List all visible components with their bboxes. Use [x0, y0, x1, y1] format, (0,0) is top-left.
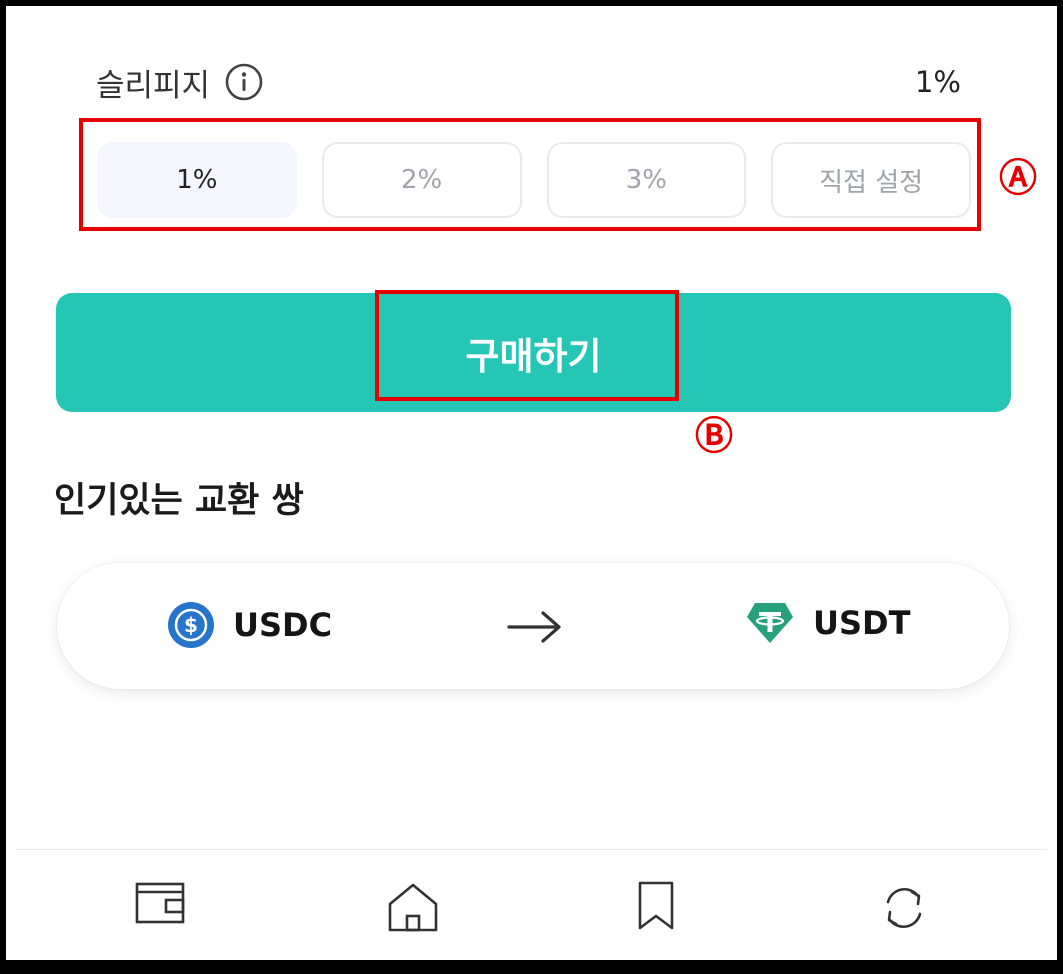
pair-to-symbol: USDT [813, 604, 911, 642]
pair-from-symbol: USDC [233, 606, 333, 644]
annotation-label-a: Ⓐ [998, 156, 1037, 200]
slippage-value: 1% [914, 65, 961, 99]
pair-to: USDT [745, 601, 910, 645]
swap-icon[interactable] [876, 880, 932, 936]
slippage-label-group: 슬리피지 [96, 60, 264, 105]
bookmark-icon[interactable] [636, 880, 676, 932]
pair-card-usdc-usdt[interactable]: $ USDC USDT [57, 563, 1009, 689]
info-icon[interactable] [224, 62, 264, 102]
wallet-icon[interactable] [134, 880, 188, 926]
annotation-box-a [79, 118, 981, 231]
pair-from: $ USDC [167, 601, 332, 649]
usdt-icon [745, 601, 795, 645]
app-screen: 슬리피지 1% 1% 2% 3% 직접 설정 Ⓐ 구매하기 Ⓑ 인기있는 교환 … [0, 0, 1063, 974]
annotation-label-b: Ⓑ [694, 414, 733, 458]
arrow-right-icon [507, 607, 563, 651]
annotation-box-b [375, 290, 679, 401]
usdc-icon: $ [167, 601, 215, 649]
slippage-row: 슬리피지 1% [96, 58, 961, 106]
svg-text:$: $ [184, 613, 198, 637]
bottom-nav [16, 849, 1047, 960]
popular-pairs-title: 인기있는 교환 쌍 [54, 481, 304, 521]
slippage-label: 슬리피지 [96, 67, 211, 104]
home-icon[interactable] [386, 880, 440, 934]
